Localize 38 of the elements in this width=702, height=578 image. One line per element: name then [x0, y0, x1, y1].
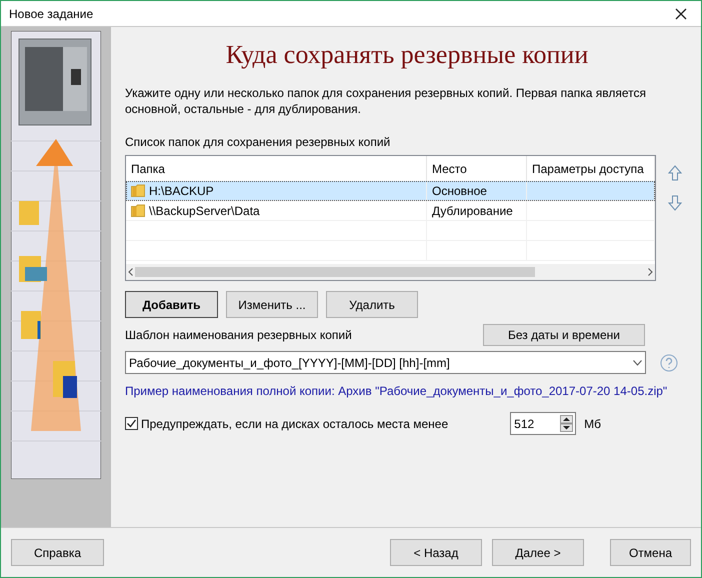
template-label: Шаблон наименования резервных копий [125, 327, 352, 344]
folder-action-button[interactable]: Удалить [326, 291, 418, 318]
table-row[interactable]: H:\BACKUP Основное [126, 181, 655, 201]
cancel-button[interactable]: Отмена [610, 539, 691, 566]
scroll-right-icon [648, 268, 653, 276]
table-cell-text: H:\BACKUP [149, 182, 214, 200]
spin-arrows-icon [560, 415, 574, 432]
table-row[interactable]: \\BackupServer\Data Дублирование [126, 201, 655, 221]
table-cell-text: \\BackupServer\Data [149, 202, 260, 220]
warn-label: Предупреждать, если на дисках осталось места менее [141, 416, 448, 432]
back-button[interactable]: < Назад [390, 539, 482, 566]
scroll-left-icon [128, 268, 133, 276]
close-icon [675, 8, 687, 20]
window-title: Новое задание [9, 6, 94, 22]
folder-icon [131, 184, 145, 197]
dropdown-caret-icon [633, 360, 642, 366]
folder-icon [131, 204, 145, 217]
next-button[interactable]: Далее > [492, 539, 584, 566]
example-filename-text: Пример наименования полной копии: Архив "Рабочие_документы_и_фото_2017-07-20 14-05.zip" [125, 383, 668, 400]
space-spinbox[interactable]: 512 [510, 412, 576, 435]
move-down-icon[interactable] [668, 195, 682, 211]
help-button[interactable]: Справка [11, 539, 104, 566]
table-cell-text: Дублирование [432, 202, 513, 220]
help-icon[interactable] [660, 354, 678, 372]
no-date-button[interactable]: Без даты и времени [483, 324, 645, 346]
folder-action-button[interactable]: Добавить [125, 291, 218, 318]
description-text: Укажите одну или несколько папок для сохранения резервных копий. Первая папка является основной, остальные - для дублирования. [125, 85, 648, 117]
folder-action-button[interactable]: Изменить ... [226, 291, 318, 318]
page-heading: Куда сохранять резервные копии [224, 39, 590, 71]
table-cell-text: Основное [432, 182, 487, 200]
template-value: Рабочие_документы_и_фото_[YYYY]-[MM]-[DD] [hh]-[mm] [129, 354, 450, 372]
unit-label: Мб [584, 416, 602, 432]
spin-value: 512 [514, 416, 534, 432]
move-up-icon[interactable] [668, 165, 682, 181]
template-combobox[interactable]: Рабочие_документы_и_фото_[YYYY]-[MM]-[DD] [hh]-[mm] [125, 351, 646, 374]
warn-checkbox[interactable] [125, 417, 138, 430]
folders-label: Список папок для сохранения резервных копий [125, 134, 392, 150]
horizontal-scrollbar[interactable] [126, 264, 655, 280]
